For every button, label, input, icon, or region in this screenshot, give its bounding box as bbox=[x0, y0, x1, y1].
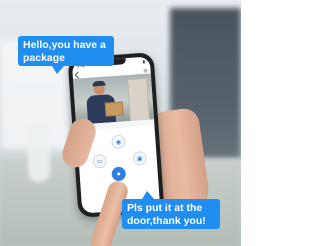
package-box bbox=[104, 101, 124, 117]
live-video-feed[interactable] bbox=[72, 73, 154, 125]
background-vase bbox=[28, 120, 50, 182]
battery-icon: ▮ bbox=[142, 58, 146, 64]
door-frame bbox=[127, 77, 151, 123]
image-icon[interactable]: ▣ bbox=[132, 150, 148, 166]
product-photo-scene: 9:41 ▮ ◉ ▭ ▣ ● bbox=[0, 0, 241, 246]
video-icon[interactable]: ▭ bbox=[92, 153, 108, 169]
settings-icon[interactable] bbox=[143, 68, 148, 73]
courier-cap bbox=[92, 80, 106, 87]
chat-bubble-bottom: Pls put it at the door,thank you! bbox=[122, 191, 220, 229]
microphone-icon: ● bbox=[116, 170, 122, 178]
camera-icon[interactable]: ◉ bbox=[111, 134, 126, 150]
chat-bubble-top: Hello,you have a package bbox=[18, 36, 114, 74]
